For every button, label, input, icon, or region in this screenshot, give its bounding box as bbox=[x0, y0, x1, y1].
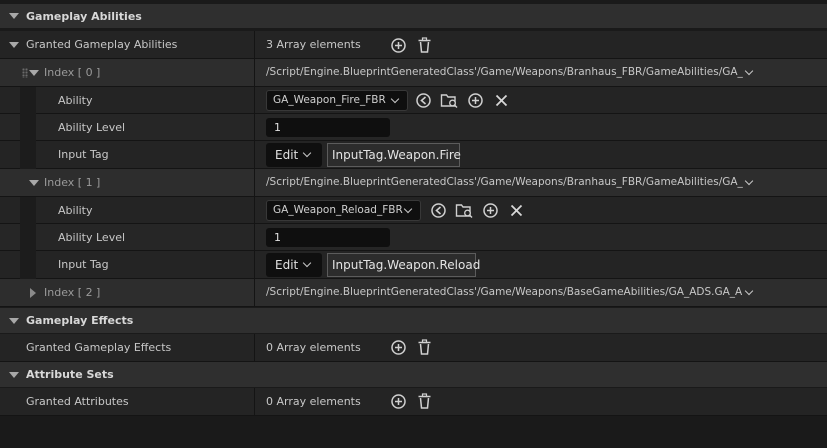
add-element-icon[interactable] bbox=[390, 37, 407, 54]
granted-attributes-row: Granted Attributes 0 Array elements bbox=[0, 388, 827, 416]
delete-all-icon[interactable] bbox=[417, 393, 432, 410]
granted-gameplay-effects-row: Granted Gameplay Effects 0 Array element… bbox=[0, 334, 827, 362]
chevron-down-icon[interactable] bbox=[744, 66, 754, 76]
category-title: Gameplay Abilities bbox=[26, 10, 142, 23]
property-label: Ability Level bbox=[58, 231, 126, 244]
array-count: 3 Array elements bbox=[266, 38, 361, 51]
ability-asset-combo[interactable]: GA_Weapon_Fire_FBR bbox=[266, 90, 408, 111]
asset-path: /Script/Engine.BlueprintGeneratedClass'/… bbox=[266, 176, 743, 188]
chevron-down-icon bbox=[403, 204, 413, 214]
collapse-arrow-icon[interactable] bbox=[9, 318, 19, 324]
ability-level-row-0: Ability Level 1 bbox=[0, 114, 827, 141]
index-label: Index [ 0 ] bbox=[44, 66, 101, 79]
add-element-icon[interactable] bbox=[390, 339, 407, 356]
chevron-down-icon[interactable] bbox=[744, 286, 754, 296]
category-gameplay-abilities[interactable]: Gameplay Abilities bbox=[0, 4, 827, 28]
gameplay-tag-value: InputTag.Weapon.Fire bbox=[327, 143, 461, 167]
edit-label: Edit bbox=[275, 148, 299, 162]
collapse-arrow-icon[interactable] bbox=[9, 372, 19, 378]
browse-folder-icon[interactable] bbox=[455, 202, 474, 219]
insert-icon[interactable] bbox=[467, 92, 484, 109]
array-count: 0 Array elements bbox=[266, 341, 361, 354]
chevron-down-icon[interactable] bbox=[744, 176, 754, 186]
expand-arrow-icon[interactable] bbox=[29, 180, 39, 186]
property-label: Granted Gameplay Effects bbox=[26, 341, 172, 354]
ability-asset-value: GA_Weapon_Reload_FBR bbox=[273, 204, 403, 216]
ability-row-1: Ability GA_Weapon_Reload_FBR bbox=[0, 197, 827, 224]
granted-gameplay-abilities-row: Granted Gameplay Abilities 3 Array eleme… bbox=[0, 31, 827, 59]
ability-level-row-1: Ability Level 1 bbox=[0, 224, 827, 251]
use-selected-asset-icon[interactable] bbox=[430, 202, 447, 219]
category-gameplay-effects[interactable]: Gameplay Effects bbox=[0, 308, 827, 333]
array-index-row-1: Index [ 1 ] /Script/Engine.BlueprintGene… bbox=[0, 169, 827, 197]
array-index-row-0: Index [ 0 ] /Script/Engine.BlueprintGene… bbox=[0, 59, 827, 87]
ability-level-input[interactable]: 1 bbox=[266, 118, 390, 137]
asset-path: /Script/Engine.BlueprintGeneratedClass'/… bbox=[266, 66, 743, 78]
collapse-arrow-icon[interactable] bbox=[9, 13, 19, 19]
input-tag-row-1: Input Tag Edit InputTag.Weapon.Reload bbox=[0, 251, 827, 279]
category-title: Gameplay Effects bbox=[26, 314, 134, 327]
expand-arrow-icon[interactable] bbox=[9, 42, 19, 48]
clear-icon[interactable] bbox=[509, 203, 524, 218]
delete-all-icon[interactable] bbox=[417, 339, 432, 356]
edit-tag-button[interactable]: Edit bbox=[266, 253, 322, 277]
edit-tag-button[interactable]: Edit bbox=[266, 143, 322, 167]
gameplay-tag-value: InputTag.Weapon.Reload bbox=[327, 253, 480, 277]
expand-arrow-icon[interactable] bbox=[29, 70, 39, 76]
clear-icon[interactable] bbox=[494, 93, 509, 108]
chevron-down-icon bbox=[302, 148, 312, 158]
drag-handle-icon[interactable] bbox=[22, 68, 28, 78]
property-label: Ability bbox=[58, 94, 93, 107]
asset-path: /Script/Engine.BlueprintGeneratedClass'/… bbox=[266, 286, 743, 298]
property-label: Input Tag bbox=[58, 258, 109, 271]
property-label: Granted Attributes bbox=[26, 395, 129, 408]
ability-asset-value: GA_Weapon_Fire_FBR bbox=[273, 94, 386, 106]
chevron-down-icon bbox=[390, 94, 400, 104]
array-index-row-2: Index [ 2 ] /Script/Engine.BlueprintGene… bbox=[0, 279, 827, 307]
browse-folder-icon[interactable] bbox=[440, 92, 459, 109]
property-label: Granted Gameplay Abilities bbox=[26, 38, 178, 51]
ability-row-0: Ability GA_Weapon_Fire_FBR bbox=[0, 87, 827, 114]
property-label: Input Tag bbox=[58, 148, 109, 161]
category-attribute-sets[interactable]: Attribute Sets bbox=[0, 362, 827, 387]
expand-arrow-icon[interactable] bbox=[30, 288, 36, 298]
use-selected-asset-icon[interactable] bbox=[415, 92, 432, 109]
index-label: Index [ 1 ] bbox=[44, 176, 101, 189]
delete-all-icon[interactable] bbox=[417, 37, 432, 54]
insert-icon[interactable] bbox=[482, 202, 499, 219]
chevron-down-icon bbox=[302, 258, 312, 268]
ability-asset-combo[interactable]: GA_Weapon_Reload_FBR bbox=[266, 200, 421, 221]
property-label: Ability Level bbox=[58, 121, 126, 134]
property-label: Ability bbox=[58, 204, 93, 217]
category-title: Attribute Sets bbox=[26, 368, 114, 381]
input-tag-row-0: Input Tag Edit InputTag.Weapon.Fire bbox=[0, 141, 827, 169]
edit-label: Edit bbox=[275, 258, 299, 272]
ability-level-input[interactable]: 1 bbox=[266, 228, 390, 247]
array-count: 0 Array elements bbox=[266, 395, 361, 408]
add-element-icon[interactable] bbox=[390, 393, 407, 410]
index-label: Index [ 2 ] bbox=[44, 286, 101, 299]
